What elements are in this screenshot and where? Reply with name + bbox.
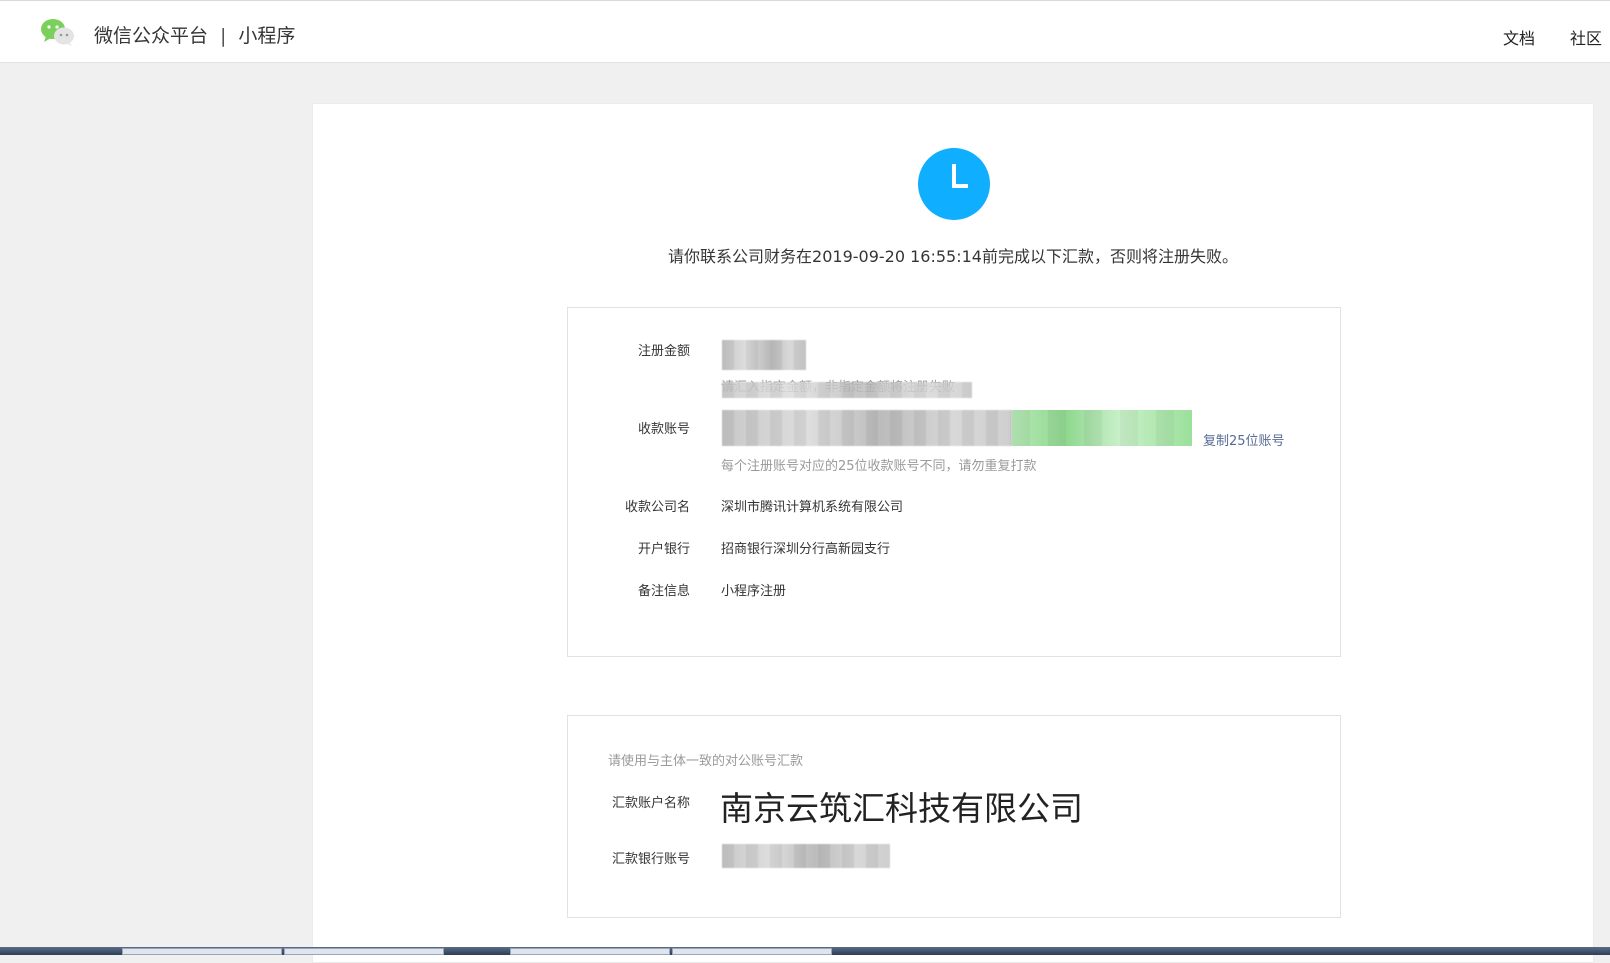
clock-icon [918, 148, 990, 220]
deadline-notice: 请你联系公司财务在2019-09-20 16:55:14前完成以下汇款，否则将注… [668, 247, 1238, 266]
brand-title[interactable]: 微信公众平台 | 小程序 [94, 21, 295, 48]
product-name: 小程序 [238, 25, 296, 47]
copy-account-link[interactable]: 复制25位账号 [1203, 430, 1285, 449]
sender-name-value: 南京云筑汇科技有限公司 [720, 789, 1083, 828]
amount-value-redacted [722, 340, 806, 370]
amount-tip-redacted [722, 382, 972, 398]
nav-community-link[interactable]: 社区 [1570, 25, 1602, 49]
taskbar-button[interactable] [672, 948, 832, 955]
payment-info-panel: 注册金额 请汇入指定金额，非指定金额将注册失败 收款账号 复制25位账号 每个注… [567, 307, 1341, 657]
sender-info-panel: 请使用与主体一致的对公账号汇款 汇款账户名称 南京云筑汇科技有限公司 汇款银行账… [567, 715, 1341, 918]
account-value-redacted [722, 410, 1012, 446]
account-label: 收款账号 [637, 422, 690, 437]
nav-docs-link[interactable]: 文档 [1503, 25, 1535, 49]
sender-hint: 请使用与主体一致的对公账号汇款 [608, 754, 804, 769]
account-value-redacted-green [1012, 410, 1192, 446]
bank-value: 招商银行深圳分行高新园支行 [721, 542, 891, 557]
account-tip: 每个注册账号对应的25位收款账号不同，请勿重复打款 [721, 459, 1037, 474]
top-bar: 微信公众平台 | 小程序 文档 社区 [0, 0, 1610, 63]
memo-label: 备注信息 [637, 584, 690, 599]
main-card: 请你联系公司财务在2019-09-20 16:55:14前完成以下汇款，否则将注… [312, 103, 1594, 963]
memo-value: 小程序注册 [721, 584, 787, 599]
amount-label: 注册金额 [637, 344, 690, 359]
taskbar-button[interactable] [284, 948, 444, 955]
sender-account-label: 汇款银行账号 [611, 852, 690, 867]
bank-label: 开户银行 [637, 542, 690, 557]
taskbar-button[interactable] [122, 948, 282, 955]
taskbar-button[interactable] [510, 948, 670, 955]
sender-account-redacted [722, 844, 890, 868]
brand-separator: | [220, 25, 227, 47]
sender-name-label: 汇款账户名称 [611, 796, 690, 811]
company-label: 收款公司名 [624, 500, 690, 515]
brand-name: 微信公众平台 [94, 25, 209, 47]
wechat-logo-icon[interactable] [40, 17, 76, 47]
company-value: 深圳市腾讯计算机系统有限公司 [721, 500, 904, 515]
